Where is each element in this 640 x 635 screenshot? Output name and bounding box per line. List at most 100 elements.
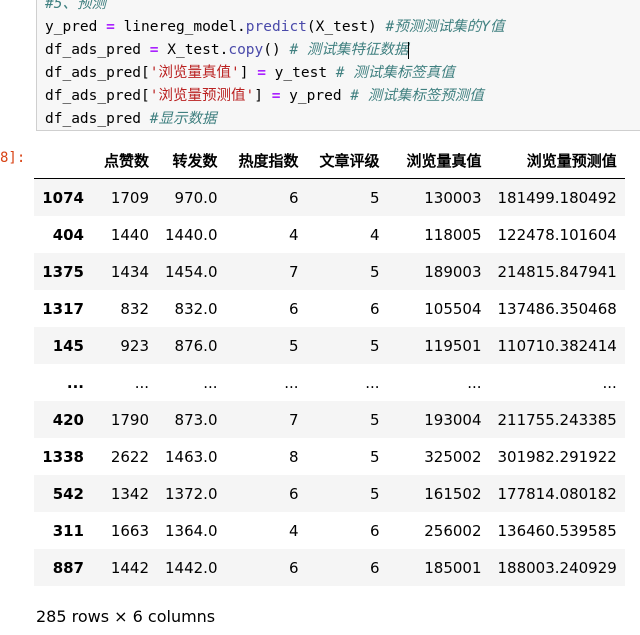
table-cell: ...: [203, 373, 218, 392]
code-token: # 测试集标签预测值: [350, 88, 484, 104]
code-token: '浏览量预测值': [149, 88, 255, 104]
table-row: 311 1663 1364.0 4 6 256002 136460.539585: [34, 512, 625, 549]
table-cell: 1372.0: [165, 484, 218, 503]
code-token: linereg_model.: [114, 19, 246, 35]
code-token: ]: [239, 65, 258, 81]
table-row: .....................: [34, 364, 625, 401]
table-cell: 4: [288, 225, 299, 244]
code-token: #显示数据: [149, 111, 217, 127]
table-cell: 325002: [424, 447, 482, 466]
row-index: 420: [52, 410, 84, 429]
column-header: 浏览量真值: [387, 142, 490, 179]
table-cell: 5: [369, 336, 380, 355]
output-prompt: 8]:: [0, 150, 26, 166]
table-cell: 923: [120, 336, 149, 355]
text-cursor: [408, 41, 410, 59]
table-cell: 301982.291922: [497, 447, 617, 466]
row-index: 1338: [42, 447, 84, 466]
code-line: df_ads_pred['浏览量真值'] = y_test # 测试集标签真值: [45, 62, 455, 85]
table-cell: 1442: [110, 558, 149, 577]
row-index: ...: [66, 373, 84, 392]
table-cell: 122478.101604: [497, 225, 617, 244]
code-line: y_pred = linereg_model.predict(X_test) #…: [45, 16, 504, 39]
column-header: 浏览量预测值: [489, 142, 625, 179]
row-index: 887: [52, 558, 84, 577]
table-cell: 7: [288, 410, 299, 429]
table-cell: 1709: [110, 188, 149, 207]
table-cell: 873.0: [174, 410, 218, 429]
table-cell: 137486.350468: [497, 299, 617, 318]
table-cell: 6: [288, 484, 299, 503]
code-token: (): [263, 42, 290, 58]
table-row: 542 1342 1372.0 6 5 161502 177814.080182: [34, 475, 625, 512]
table-cell: 6: [288, 299, 299, 318]
code-token: y_pred: [280, 88, 351, 104]
table-cell: ...: [602, 373, 617, 392]
table-cell: 1440: [110, 225, 149, 244]
table-row: 887 1442 1442.0 6 6 185001 188003.240929: [34, 549, 625, 586]
code-token: ]: [254, 88, 272, 104]
table-cell: 6: [288, 558, 299, 577]
table-cell: 214815.847941: [497, 262, 617, 281]
code-token: copy: [228, 42, 264, 58]
table-cell: 832.0: [174, 299, 218, 318]
table-cell: 1454.0: [165, 262, 218, 281]
table-cell: 119501: [424, 336, 482, 355]
table-cell: ...: [134, 373, 149, 392]
table-cell: 5: [288, 336, 299, 355]
table-cell: 970.0: [174, 188, 218, 207]
table-cell: 1440.0: [165, 225, 218, 244]
table-cell: 6: [369, 558, 380, 577]
column-header: 热度指数: [225, 142, 307, 179]
code-line: #5、预测: [45, 0, 106, 16]
table-cell: 189003: [424, 262, 482, 281]
row-index: 311: [52, 521, 84, 540]
table-cell: ...: [467, 373, 482, 392]
table-row: 404 1440 1440.0 4 4 118005 122478.101604: [34, 216, 625, 253]
row-index: 1317: [42, 299, 84, 318]
row-index: 145: [52, 336, 84, 355]
code-line: df_ads_pred['浏览量预测值'] = y_pred # 测试集标签预测…: [45, 85, 484, 108]
table-cell: 130003: [424, 188, 482, 207]
code-token: =: [257, 65, 266, 81]
table-cell: 188003.240929: [497, 558, 617, 577]
table-cell: 105504: [424, 299, 482, 318]
dataframe-table: 点赞数 转发数 热度指数 文章评级 浏览量真值 浏览量预测值 1074 1709 9…: [34, 142, 625, 586]
table-cell: 185001: [424, 558, 482, 577]
table-row: 1074 1709 970.0 6 5 130003 181499.180492: [34, 178, 625, 216]
table-cell: 1790: [110, 410, 149, 429]
table-cell: 5: [369, 484, 380, 503]
table-cell: 6: [369, 299, 380, 318]
table-row: 420 1790 873.0 7 5 193004 211755.243385: [34, 401, 625, 438]
table-cell: 5: [369, 262, 380, 281]
table-cell: ...: [365, 373, 380, 392]
table-cell: 4: [288, 521, 299, 540]
row-index: 542: [52, 484, 84, 503]
code-line: df_ads_pred = X_test.copy() # 测试集特征数据: [45, 39, 410, 62]
table-cell: 211755.243385: [497, 410, 617, 429]
code-token: predict: [245, 19, 307, 35]
table-cell: 181499.180492: [497, 188, 617, 207]
table-cell: 1663: [110, 521, 149, 540]
code-cell[interactable]: #5、预测 y_pred = linereg_model.predict(X_te…: [36, 0, 640, 131]
table-header-row: 点赞数 转发数 热度指数 文章评级 浏览量真值 浏览量预测值: [34, 142, 625, 179]
table-cell: 136460.539585: [497, 521, 617, 540]
code-token: df_ads_pred[: [45, 65, 150, 81]
table-cell: 1442.0: [165, 558, 218, 577]
code-token: '浏览量真值': [149, 65, 240, 81]
table-cell: 4: [369, 225, 380, 244]
table-cell: 110710.382414: [497, 336, 617, 355]
column-header: 文章评级: [306, 142, 388, 179]
code-token: y_pred: [45, 19, 107, 35]
table-cell: 5: [369, 410, 380, 429]
table-cell: 876.0: [174, 336, 218, 355]
table-cell: 118005: [424, 225, 482, 244]
table-row: 1375 1434 1454.0 7 5 189003 214815.847941: [34, 253, 625, 290]
table-cell: 1342: [110, 484, 149, 503]
code-token: =: [106, 19, 115, 35]
row-index: 1074: [42, 188, 84, 207]
table-cell: 5: [369, 188, 380, 207]
table-cell: 1364.0: [165, 521, 218, 540]
index-header: [34, 142, 92, 179]
dataframe-shape-info: 285 rows × 6 columns: [36, 607, 216, 626]
